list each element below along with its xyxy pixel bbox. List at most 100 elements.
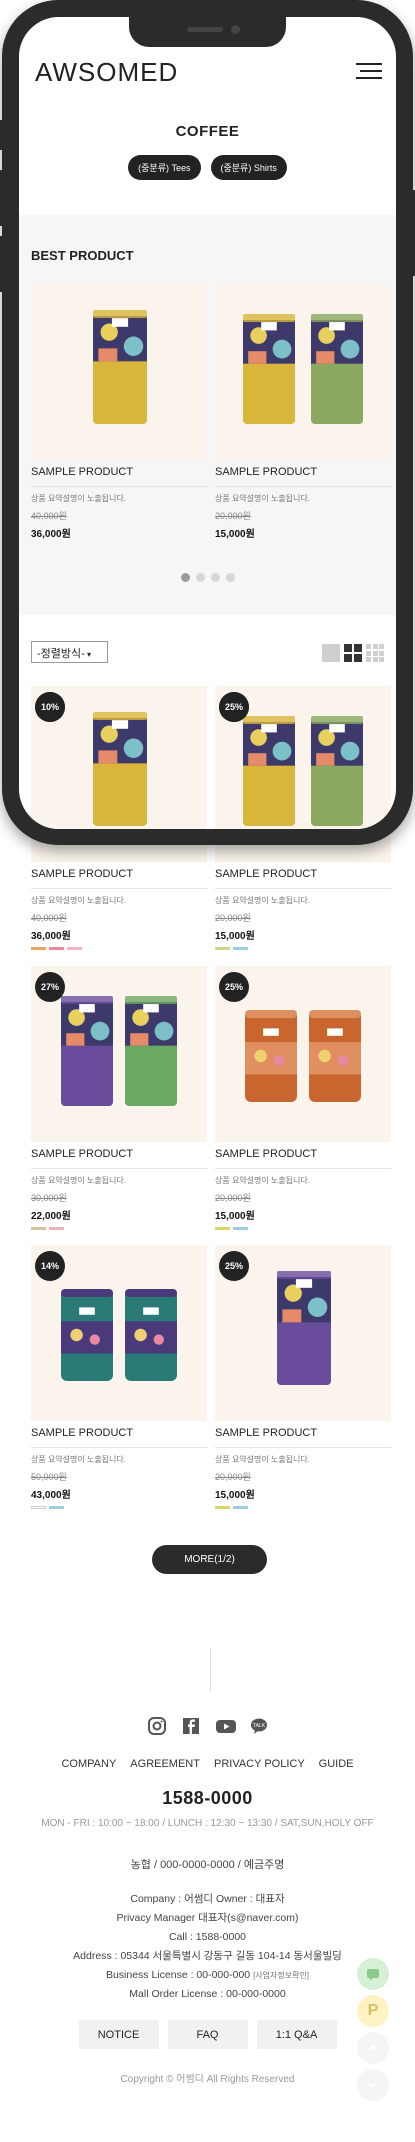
address-line: Address : 05344 서울특별시 강동구 길동 104-14 동서울빌… — [73, 1950, 342, 1962]
product-desc: 상품 요약설명이 노출됩니다. — [215, 896, 310, 905]
product-old-price: 20,000원 — [215, 1472, 251, 1482]
product-image[interactable]: 10% — [31, 686, 207, 829]
product-old-price: 20,000원 — [215, 913, 251, 923]
product-name[interactable]: SAMPLE PRODUCT — [215, 1148, 391, 1169]
svg-text:TALK: TALK — [252, 1723, 265, 1729]
color-swatches — [215, 1506, 391, 1509]
product-desc: 상품 요약설명이 노출됩니다. — [215, 1455, 310, 1464]
footer-link-privacy[interactable]: PRIVACY POLICY — [214, 1758, 305, 1770]
copyright: Copyright © 어썸디 All Rights Reserved — [120, 2074, 295, 2085]
slider-dot[interactable] — [225, 573, 235, 582]
product-price: 15,000원 — [215, 1490, 255, 1501]
facebook-icon[interactable] — [181, 1716, 201, 1736]
product-desc: 상품 요약설명이 노출됩니다. — [31, 896, 126, 905]
product-name[interactable]: SAMPLE PRODUCT — [31, 1148, 207, 1169]
scroll-top-button[interactable] — [357, 2032, 389, 2064]
product-image[interactable]: 27% — [31, 966, 207, 1142]
business-info-link[interactable]: [사업자정보확인] — [253, 1971, 309, 1980]
phone-screen: AWSOMED COFFEE (중분류) Tees (중분류) Shirts B… — [19, 17, 396, 829]
footer-link-agreement[interactable]: AGREEMENT — [130, 1758, 200, 1770]
product-name[interactable]: SAMPLE PRODUCT — [215, 868, 391, 889]
social-links: TALK — [0, 1716, 415, 1736]
product-image[interactable]: 14% — [31, 1245, 207, 1421]
discount-badge: 14% — [35, 1251, 65, 1281]
product-desc: 상품 요약설명이 노출됩니다. — [215, 494, 310, 503]
instagram-icon[interactable] — [147, 1716, 167, 1736]
footer-link-company[interactable]: COMPANY — [61, 1758, 116, 1770]
phone-notch — [129, 17, 286, 47]
more-button[interactable]: MORE(1/2) — [152, 1545, 267, 1574]
call-line: Call : 1588-0000 — [168, 1931, 247, 1943]
youtube-icon[interactable] — [215, 1716, 236, 1736]
list-toolbar: -정렬방식- ▾ — [19, 635, 396, 665]
privacy-line: Privacy Manager 대표자(s@naver.com) — [116, 1912, 299, 1924]
product-desc: 상품 요약설명이 노출됩니다. — [31, 1455, 126, 1464]
notice-button[interactable]: NOTICE — [78, 2020, 159, 2049]
list-view-icon[interactable] — [322, 644, 340, 662]
discount-badge: 25% — [219, 972, 249, 1002]
best-product-card[interactable]: SAMPLE PRODUCT 상품 요약설명이 노출됩니다. 40,000원 3… — [31, 284, 207, 540]
footer-links: COMPANY AGREEMENT PRIVACY POLICY GUIDE — [0, 1758, 415, 1770]
qna-button[interactable]: 1:1 Q&A — [256, 2020, 337, 2049]
sort-select[interactable]: -정렬방식- ▾ — [31, 641, 108, 663]
slider-dot[interactable] — [180, 573, 190, 582]
product-price: 15,000원 — [215, 1211, 255, 1222]
color-swatches — [215, 1227, 391, 1230]
discount-badge: 27% — [35, 972, 65, 1002]
divider — [210, 1648, 211, 1692]
product-desc: 상품 요약설명이 노출됩니다. — [31, 494, 126, 503]
site-logo[interactable]: AWSOMED — [35, 57, 178, 88]
product-price: 36,000원 — [31, 529, 71, 540]
view-mode-switch — [322, 644, 384, 662]
product-image[interactable]: 25% — [215, 1245, 391, 1421]
product-price: 36,000원 — [31, 931, 71, 942]
pay-float-button[interactable]: P — [357, 1995, 389, 2027]
footer-link-guide[interactable]: GUIDE — [319, 1758, 354, 1770]
product-card[interactable]: 25% SAMPLE PRODUCT 상품 요약설명이 노출됩니다. 20,00… — [215, 1245, 391, 1509]
phone-frame: AWSOMED COFFEE (중분류) Tees (중분류) Shirts B… — [0, 0, 415, 845]
company-line: Company : 어썸디 Owner : 대표자 — [130, 1893, 285, 1905]
mall-license-line: Mall Order License : 00-000-0000 — [129, 1988, 286, 2000]
product-price: 22,000원 — [31, 1211, 71, 1222]
best-product-card[interactable]: SAMPLE PRODUCT 상품 요약설명이 노출됩니다. 20,000원 1… — [215, 284, 391, 540]
scroll-bottom-button[interactable] — [357, 2069, 389, 2101]
product-name[interactable]: SAMPLE PRODUCT — [31, 868, 207, 889]
product-name[interactable]: SAMPLE PRODUCT — [31, 466, 207, 487]
product-price: 15,000원 — [215, 931, 255, 942]
subcategory-tees[interactable]: (중분류) Tees — [128, 155, 201, 180]
product-card[interactable]: 25% SAMPLE PRODUCT 상품 요약설명이 노출됩니다. 20,00… — [215, 686, 391, 829]
product-image[interactable] — [31, 284, 207, 460]
product-old-price: 40,000원 — [31, 511, 67, 521]
slider-dot[interactable] — [195, 573, 205, 582]
discount-badge: 10% — [35, 692, 65, 722]
product-name[interactable]: SAMPLE PRODUCT — [31, 1427, 207, 1448]
product-name[interactable]: SAMPLE PRODUCT — [215, 1427, 391, 1448]
caret-down-icon: ▾ — [84, 650, 92, 659]
footer-buttons: NOTICE FAQ 1:1 Q&A — [0, 2020, 415, 2049]
grid-3-icon[interactable] — [366, 644, 384, 662]
product-name[interactable]: SAMPLE PRODUCT — [215, 466, 391, 487]
product-card[interactable]: 25% SAMPLE PRODUCT 상품 요약설명이 노출됩니다. 20,00… — [215, 966, 391, 1230]
product-card[interactable]: 27% SAMPLE PRODUCT 상품 요약설명이 노출됩니다. 30,00… — [31, 966, 207, 1230]
privacy-email-link[interactable]: s@naver.com — [231, 1912, 295, 1924]
slider-dot[interactable] — [210, 573, 220, 582]
product-old-price: 20,000원 — [215, 511, 251, 521]
product-card[interactable]: 14% SAMPLE PRODUCT 상품 요약설명이 노출됩니다. 50,00… — [31, 1245, 207, 1509]
product-desc: 상품 요약설명이 노출됩니다. — [31, 1176, 126, 1185]
site-header: AWSOMED COFFEE (중분류) Tees (중분류) Shirts — [19, 17, 396, 217]
faq-button[interactable]: FAQ — [167, 2020, 248, 2049]
product-image[interactable] — [215, 284, 391, 460]
hamburger-menu-icon[interactable] — [356, 63, 382, 81]
subcategory-shirts[interactable]: (중분류) Shirts — [210, 155, 287, 180]
product-image[interactable]: 25% — [215, 686, 391, 829]
product-old-price: 50,000원 — [31, 1472, 67, 1482]
color-swatches — [215, 947, 391, 950]
chat-float-button[interactable] — [357, 1958, 389, 1990]
product-old-price: 30,000원 — [31, 1193, 67, 1203]
product-card[interactable]: 10% SAMPLE PRODUCT 상품 요약설명이 노출됩니다. 40,00… — [31, 686, 207, 829]
product-image[interactable]: 25% — [215, 966, 391, 1142]
grid-2-icon[interactable] — [344, 644, 362, 662]
cs-hours: MON - FRI : 10:00 ~ 18:00 / LUNCH : 12:3… — [41, 1818, 374, 1829]
talk-icon[interactable]: TALK — [249, 1716, 269, 1736]
slider-pagination — [19, 573, 396, 582]
